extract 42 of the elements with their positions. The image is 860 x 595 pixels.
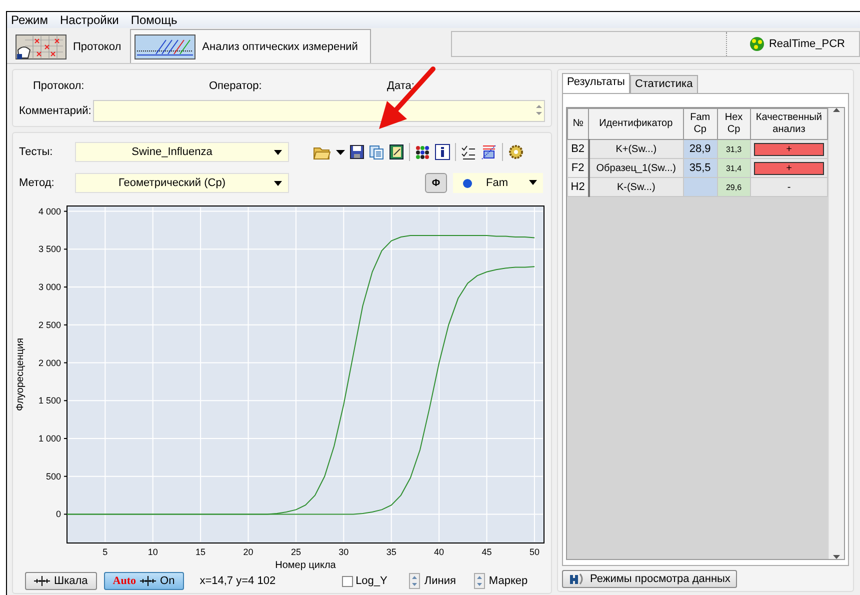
axis-title: Номер цикла bbox=[275, 560, 336, 571]
field-label: Метод: bbox=[18, 177, 56, 189]
tick-label: 500 bbox=[46, 471, 61, 482]
table-cell: 31,3 bbox=[717, 140, 750, 158]
tick-label: 2 500 bbox=[38, 320, 61, 330]
table-cell: 28,9 bbox=[683, 140, 718, 158]
spinner-label: Маркер bbox=[488, 575, 528, 587]
field-label: Оператор: bbox=[209, 80, 263, 92]
table-cell: K-(Sw...) bbox=[588, 178, 684, 196]
tick-label: 10 bbox=[148, 547, 158, 557]
axis-title: Флуоресценция bbox=[15, 338, 26, 412]
tick-label: 45 bbox=[482, 547, 492, 557]
field-label: Дата: bbox=[387, 80, 414, 92]
table-cell: K+(Sw...) bbox=[588, 140, 684, 158]
field-label: Протокол: bbox=[33, 80, 86, 92]
cursor-coordinates: x=14,7 y=4 102 bbox=[200, 575, 276, 587]
table-cell: Образец_1(Sw...) bbox=[588, 158, 684, 178]
tick-label: 1 500 bbox=[38, 396, 61, 406]
tick-label: 30 bbox=[338, 547, 349, 557]
field-label: Комментарий: bbox=[19, 105, 92, 117]
field-label: Тесты: bbox=[18, 146, 54, 158]
tick-label: 15 bbox=[196, 547, 206, 557]
result-cell-text: - bbox=[786, 180, 792, 194]
tick-label: 35 bbox=[386, 547, 396, 557]
tick-label: 1 000 bbox=[38, 434, 61, 444]
tick-label: 20 bbox=[243, 547, 254, 557]
tick-label: 3 000 bbox=[38, 282, 61, 292]
tick-label: 3 500 bbox=[38, 244, 61, 254]
tick-label: 40 bbox=[434, 547, 444, 557]
table-cell: 29,6 bbox=[717, 178, 750, 196]
checkbox-label: Log_Y bbox=[356, 575, 388, 587]
tick-label: 2 000 bbox=[38, 358, 61, 368]
tick-label: 0 bbox=[56, 509, 61, 520]
spinner-label: Линия bbox=[424, 575, 456, 587]
tick-label: 50 bbox=[529, 547, 540, 557]
table-cell: 35,5 bbox=[683, 158, 718, 178]
tick-label: 25 bbox=[290, 547, 301, 557]
tick-label: 5 bbox=[102, 547, 108, 557]
tick-label: 4 000 bbox=[38, 206, 61, 216]
result-cell: + bbox=[754, 142, 824, 156]
result-cell: + bbox=[754, 162, 824, 174]
table-cell: 31,4 bbox=[717, 158, 750, 178]
